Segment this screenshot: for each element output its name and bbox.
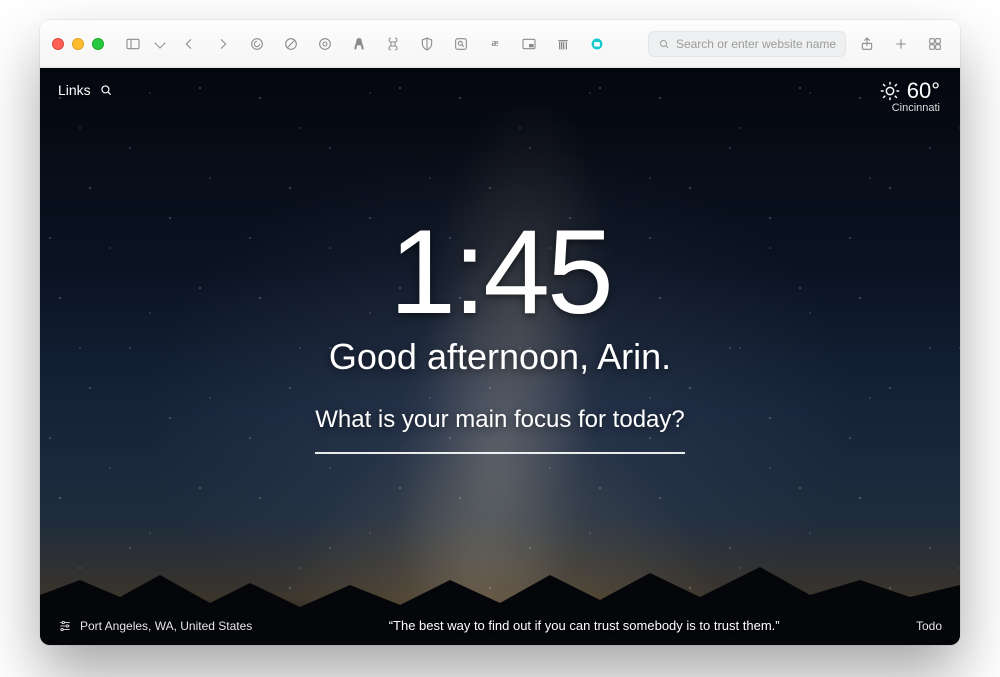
search-icon (658, 38, 670, 50)
tab-overview-button[interactable] (922, 32, 948, 56)
svg-text:m: m (594, 42, 599, 48)
extension-search-icon[interactable] (448, 32, 474, 56)
browser-window: æ m Search or enter website name (40, 20, 960, 645)
window-controls (52, 38, 104, 50)
toolbar: æ m Search or enter website name (40, 20, 960, 68)
extension-momentum-icon[interactable]: m (584, 32, 610, 56)
links-menu[interactable]: Links (58, 82, 113, 98)
share-button[interactable] (854, 32, 880, 56)
minimize-window-button[interactable] (72, 38, 84, 50)
weather-temp: 60° (907, 78, 940, 104)
extension-shield-icon[interactable] (414, 32, 440, 56)
search-icon (99, 83, 113, 97)
address-bar[interactable]: Search or enter website name (648, 31, 846, 57)
settings-sliders-icon (58, 619, 72, 633)
back-button[interactable] (176, 32, 202, 56)
extension-pip-icon[interactable] (516, 32, 542, 56)
weather-city: Cincinnati (879, 102, 940, 114)
fullscreen-window-button[interactable] (92, 38, 104, 50)
todo-button[interactable]: Todo (916, 619, 942, 633)
sidebar-dropdown-icon[interactable] (154, 32, 168, 56)
extension-origin-icon[interactable] (312, 32, 338, 56)
extension-archive-icon[interactable] (550, 32, 576, 56)
extension-adblock-icon[interactable] (278, 32, 304, 56)
close-window-button[interactable] (52, 38, 64, 50)
location-text: Port Angeles, WA, United States (80, 619, 252, 633)
extension-ae-icon[interactable]: æ (482, 32, 508, 56)
extension-grammarly-icon[interactable] (244, 32, 270, 56)
sidebar-toggle-button[interactable] (120, 32, 146, 56)
focus-prompt: What is your main focus for today? (40, 406, 960, 434)
sun-icon (879, 80, 901, 102)
address-bar-placeholder: Search or enter website name (676, 37, 836, 51)
extension-honey-icon[interactable] (346, 32, 372, 56)
new-tab-page: Links 60° Cincinnati 1:45 Good afternoon… (40, 68, 960, 645)
clock: 1:45 (40, 212, 960, 332)
new-tab-button[interactable] (888, 32, 914, 56)
greeting: Good afternoon, Arin. (40, 336, 960, 378)
weather-widget[interactable]: 60° Cincinnati (879, 78, 940, 114)
photo-location[interactable]: Port Angeles, WA, United States (58, 619, 252, 633)
links-label: Links (58, 82, 91, 98)
extension-command-icon[interactable] (380, 32, 406, 56)
bottom-bar: Port Angeles, WA, United States “The bes… (40, 618, 960, 633)
forward-button[interactable] (210, 32, 236, 56)
center-panel: 1:45 Good afternoon, Arin. What is your … (40, 212, 960, 454)
daily-quote[interactable]: “The best way to find out if you can tru… (252, 618, 916, 633)
focus-input[interactable] (315, 452, 685, 454)
